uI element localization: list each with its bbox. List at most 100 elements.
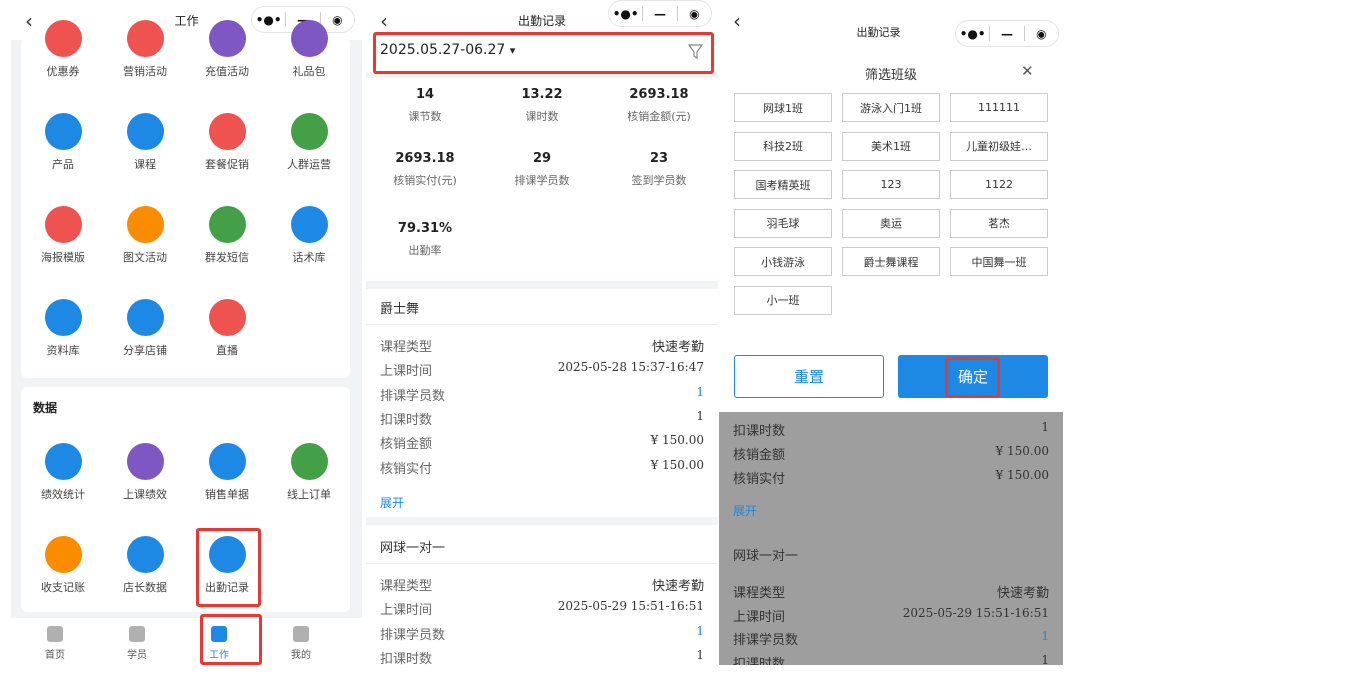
stat-value: 2693.18 — [629, 87, 689, 102]
more-icon[interactable]: •●• — [609, 7, 642, 21]
tab-student[interactable]: 学员 — [107, 626, 167, 661]
tool-item[interactable]: 海报模版 — [22, 206, 104, 265]
row-value: 1 — [696, 408, 704, 423]
data-item[interactable]: 绩效统计 — [22, 443, 104, 502]
record-row: 扣课时数 1 — [380, 648, 704, 667]
class-chip[interactable]: 国考精英班 — [734, 170, 832, 199]
stat-label: 核销实付(元) — [393, 174, 457, 187]
class-chip[interactable]: 网球1班 — [734, 93, 832, 122]
close-mini-icon[interactable]: ◉ — [678, 7, 711, 21]
tool-label: 话术库 — [292, 251, 326, 264]
filter-panel: ‹ 出勤记录 •●• — ◉ 筛选班级 ✕ 网球1班 游泳入门1班 111111 科技… — [719, 0, 1063, 665]
data-section-title: 数据 — [33, 401, 58, 415]
minimize-icon[interactable]: — — [643, 7, 676, 21]
row-value: ¥ 150.00 — [650, 457, 704, 472]
record-row: 课程类型 快速考勤 — [733, 582, 1049, 601]
row-value: 快速考勤 — [996, 586, 1049, 601]
stat-value: 13.22 — [521, 87, 563, 102]
stat-item: 2693.18 核销实付(元) — [366, 151, 484, 188]
class-chip[interactable]: 爵士舞课程 — [842, 247, 940, 276]
row-value: 1 — [696, 647, 704, 662]
data-item[interactable]: 线上订单 — [268, 443, 350, 502]
stat-item: 79.31% 出勤率 — [366, 221, 484, 258]
tool-label: 直播 — [216, 344, 238, 357]
tool-item[interactable]: 话术库 — [268, 206, 350, 265]
tool-item[interactable]: 分享店铺 — [104, 299, 186, 358]
record-row: 排课学员数 1 — [380, 624, 704, 643]
record-row: 扣课时数 1 — [380, 409, 704, 428]
row-value: 1 — [1041, 420, 1049, 434]
row-key: 上课时间 — [380, 364, 433, 380]
data-item[interactable]: 店长数据 — [104, 536, 186, 595]
coupon-icon — [44, 20, 82, 57]
row-key: 核销金额 — [380, 437, 433, 453]
close-mini-icon[interactable]: ◉ — [1025, 27, 1058, 41]
tool-label: 图文活动 — [123, 251, 167, 264]
record-row: 扣课时数 1 — [733, 420, 1049, 439]
tool-item[interactable]: 课程 — [104, 113, 186, 172]
tool-item[interactable]: 产品 — [22, 113, 104, 172]
class-chip[interactable]: 美术1班 — [842, 131, 940, 161]
expand-link[interactable]: 展开 — [380, 494, 404, 511]
stat-label: 签到学员数 — [631, 174, 687, 187]
tool-item[interactable]: 营销活动 — [104, 20, 186, 79]
student-icon — [129, 626, 145, 642]
class-chip[interactable]: 111111 — [950, 93, 1048, 122]
class-chip[interactable]: 中国舞一班 — [950, 247, 1048, 276]
tool-item[interactable]: 图文活动 — [104, 206, 186, 265]
highlight-attendance — [196, 528, 261, 607]
class-chip[interactable]: 游泳入门1班 — [842, 93, 940, 122]
tool-item[interactable]: 优惠券 — [22, 20, 104, 79]
stat-value: 29 — [532, 151, 552, 166]
tool-item[interactable]: 资料库 — [22, 299, 104, 358]
class-performance-icon — [126, 443, 164, 480]
record-row: 课程类型 快速考勤 — [380, 575, 704, 594]
class-chip[interactable]: 茗杰 — [950, 208, 1048, 238]
folder-icon — [44, 299, 82, 336]
stat-label: 核销金额(元) — [627, 110, 691, 123]
class-chip[interactable]: 奥运 — [842, 208, 940, 238]
class-chip[interactable]: 1122 — [950, 170, 1048, 199]
class-chip[interactable]: 羽毛球 — [734, 208, 832, 238]
record-row: 上课时间 2025-05-29 15:51-16:51 — [380, 599, 704, 618]
row-key: 上课时间 — [380, 603, 433, 619]
tool-label: 课程 — [134, 158, 156, 171]
data-item[interactable]: 上课绩效 — [104, 443, 186, 502]
class-chip[interactable]: 小钱游泳 — [734, 247, 832, 276]
tool-item[interactable]: 礼品包 — [268, 20, 350, 79]
discount-icon — [208, 113, 246, 150]
row-value: 快速考勤 — [651, 579, 704, 594]
stat-value: 2693.18 — [395, 151, 455, 166]
row-value: 2025-05-29 15:51-16:51 — [557, 599, 704, 614]
class-chip[interactable]: 小一班 — [734, 285, 832, 315]
reset-button[interactable]: 重置 — [734, 355, 884, 398]
tool-item[interactable]: 直播 — [186, 299, 268, 358]
expand-link[interactable]: 展开 — [733, 502, 757, 519]
class-chip[interactable]: 科技2班 — [734, 131, 832, 161]
tool-label: 套餐促销 — [205, 158, 249, 171]
bag-icon — [44, 113, 82, 150]
record-title: 网球一对一 — [380, 541, 446, 556]
tab-profile[interactable]: 我的 — [271, 626, 331, 661]
data-item[interactable]: 销售单据 — [186, 443, 268, 502]
tool-item[interactable]: 充值活动 — [186, 20, 268, 79]
close-icon[interactable]: ✕ — [1021, 62, 1034, 80]
class-chip[interactable]: 儿童初级娃… — [950, 131, 1048, 161]
record-row: 课程类型 快速考勤 — [380, 336, 704, 355]
data-item[interactable]: 收支记账 — [22, 536, 104, 595]
tool-item[interactable]: 人群运营 — [268, 113, 350, 172]
record-row: 核销实付 ¥ 150.00 — [733, 468, 1049, 487]
picture-icon — [126, 206, 164, 243]
row-key: 核销金额 — [733, 448, 786, 463]
stat-item: 14 课节数 — [366, 87, 484, 124]
data-label: 店长数据 — [123, 581, 167, 594]
tools-card: 优惠券 营销活动 充值活动 礼品包产品 课程 套餐促销 人群运营海报模版 图文活动 群发短信 话术… — [21, 20, 350, 378]
tool-label: 人群运营 — [287, 158, 331, 171]
more-icon[interactable]: •●• — [956, 27, 989, 41]
tab-home[interactable]: 首页 — [25, 626, 85, 661]
tool-item[interactable]: 套餐促销 — [186, 113, 268, 172]
class-chip[interactable]: 123 — [842, 170, 940, 199]
minimize-icon[interactable]: — — [990, 27, 1023, 41]
tool-item[interactable]: 群发短信 — [186, 206, 268, 265]
record-title: 爵士舞 — [380, 302, 420, 317]
